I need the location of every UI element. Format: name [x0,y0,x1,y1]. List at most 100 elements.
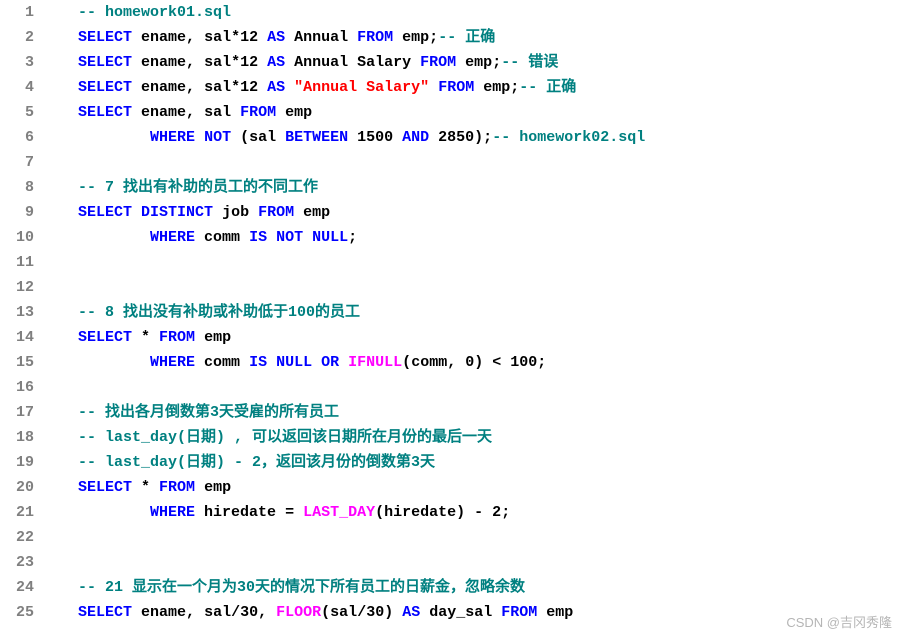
code-token: SELECT [78,104,132,121]
code-line[interactable] [42,550,900,575]
code-token: OR [321,354,339,371]
code-token: -- 7 找出有补助的员工的不同工作 [78,179,318,196]
line-number: 9 [0,200,34,225]
code-token: IS [249,354,267,371]
code-token: -- last_day(日期) - 2，返回该月份的倒数第3天 [78,454,435,471]
code-token: ( [375,504,384,521]
line-number: 7 [0,150,34,175]
code-token: -- 21 显示在一个月为30天的情况下所有员工的日薪金，忽略余数 [78,579,525,596]
code-line[interactable]: WHERE hiredate = LAST_DAY(hiredate) - 2; [42,500,900,525]
code-token: FLOOR [276,604,321,621]
code-line[interactable]: SELECT ename, sal*12 AS "Annual Salary" … [42,75,900,100]
code-token: 12 [240,54,267,71]
code-token: * [231,29,240,46]
code-line[interactable]: -- 8 找出没有补助或补助低于100的员工 [42,300,900,325]
code-token: 2850 [429,129,474,146]
line-number: 3 [0,50,34,75]
code-token: -- 8 找出没有补助或补助低于100的员工 [78,304,360,321]
code-token: -- 找出各月倒数第3天受雇的所有员工 [78,404,339,421]
line-number: 24 [0,575,34,600]
code-line[interactable] [42,375,900,400]
code-line[interactable] [42,250,900,275]
code-token: ; [510,79,519,96]
code-token: 2 [492,504,501,521]
code-token: -- last_day(日期) , 可以返回该日期所在月份的最后一天 [78,429,492,446]
code-token: ; [429,29,438,46]
code-line[interactable]: -- 21 显示在一个月为30天的情况下所有员工的日薪金，忽略余数 [42,575,900,600]
line-number: 16 [0,375,34,400]
code-token: sal [195,79,231,96]
code-token: sal [249,129,285,146]
code-line[interactable] [42,525,900,550]
code-token: SELECT [78,54,132,71]
code-line[interactable]: -- 找出各月倒数第3天受雇的所有员工 [42,400,900,425]
code-token: ); [474,129,492,146]
line-number: 22 [0,525,34,550]
code-token: FROM [501,604,537,621]
code-token: WHERE [150,129,195,146]
code-token: * [132,479,159,496]
code-token: 12 [240,29,267,46]
code-token: DISTINCT [141,204,213,221]
code-token: ename [132,54,186,71]
code-token: emp [294,204,330,221]
code-line[interactable]: SELECT ename, sal*12 AS Annual FROM emp;… [42,25,900,50]
code-line[interactable]: SELECT * FROM emp [42,325,900,350]
code-token: / [231,604,240,621]
code-token [267,354,276,371]
code-line[interactable]: WHERE NOT (sal BETWEEN 1500 AND 2850);--… [42,125,900,150]
code-token: FROM [240,104,276,121]
code-token: ; [348,229,357,246]
code-token: Annual [285,29,357,46]
code-token: ename [132,29,186,46]
line-number: 11 [0,250,34,275]
line-number: 6 [0,125,34,150]
code-token: , [186,79,195,96]
code-line[interactable]: WHERE comm IS NULL OR IFNULL(comm, 0) < … [42,350,900,375]
code-token: < [483,354,510,371]
line-number: 8 [0,175,34,200]
code-token: SELECT [78,204,132,221]
code-token: hiredate [384,504,456,521]
code-token: ; [537,354,546,371]
code-token: SELECT [78,79,132,96]
code-line[interactable]: SELECT DISTINCT job FROM emp [42,200,900,225]
code-token [393,604,402,621]
code-token: NOT [204,129,231,146]
code-line[interactable] [42,150,900,175]
code-token: emp [456,54,492,71]
code-editor[interactable]: 1234567891011121314151617181920212223242… [0,0,900,635]
code-token: , [186,604,195,621]
line-number: 18 [0,425,34,450]
code-token: ename [132,104,186,121]
code-token: FROM [159,329,195,346]
code-token: sal [195,29,231,46]
code-token [195,129,204,146]
code-token: sal [195,54,231,71]
code-line[interactable]: SELECT ename, sal FROM emp [42,100,900,125]
code-line[interactable]: WHERE comm IS NOT NULL; [42,225,900,250]
code-line[interactable]: -- 7 找出有补助的员工的不同工作 [42,175,900,200]
code-token: AS [267,29,285,46]
code-token: ename [132,604,186,621]
code-token: emp [195,329,231,346]
code-area[interactable]: -- homework01.sql SELECT ename, sal*12 A… [42,0,900,635]
code-token: NOT [276,229,303,246]
code-line[interactable]: -- last_day(日期) - 2，返回该月份的倒数第3天 [42,450,900,475]
code-line[interactable]: SELECT * FROM emp [42,475,900,500]
code-line[interactable]: -- homework01.sql [42,0,900,25]
code-token: comm [195,229,249,246]
code-line[interactable]: -- last_day(日期) , 可以返回该日期所在月份的最后一天 [42,425,900,450]
code-token: , [186,54,195,71]
code-token: comm [411,354,447,371]
code-token: 100 [510,354,537,371]
code-token: * [132,329,159,346]
code-token: SELECT [78,604,132,621]
code-token: emp [393,29,429,46]
code-line[interactable]: SELECT ename, sal/30, FLOOR(sal/30) AS d… [42,600,900,625]
code-token: AS [267,54,285,71]
code-line[interactable]: SELECT ename, sal*12 AS Annual Salary FR… [42,50,900,75]
code-token: sal [330,604,357,621]
code-line[interactable] [42,275,900,300]
code-token: -- 正确 [519,79,576,96]
